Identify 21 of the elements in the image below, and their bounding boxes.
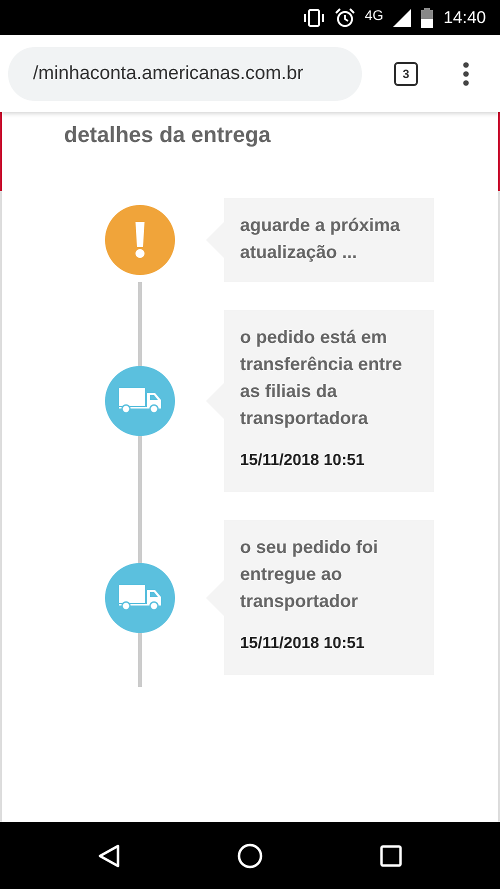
battery-icon <box>421 8 434 28</box>
vibrate-icon <box>302 8 325 26</box>
section-title: detalhes da entrega <box>64 122 272 148</box>
status-message: o pedido está em transferência entre as filiais da transportadora <box>240 326 404 430</box>
tab-count-button[interactable]: 3 <box>394 62 418 86</box>
menu-icon[interactable] <box>462 62 470 86</box>
signal-icon <box>393 8 412 26</box>
status-datetime: 15/11/2018 10:51 <box>240 452 366 470</box>
truck-icon <box>119 584 161 610</box>
home-icon[interactable] <box>236 842 263 868</box>
back-icon[interactable] <box>98 844 120 868</box>
truck-icon <box>119 388 161 414</box>
network-type: 4G <box>364 6 384 22</box>
status-message: aguarde a próxima atualização ... <box>240 214 402 264</box>
status-message: o seu pedido foi entregue ao transportador <box>240 536 379 613</box>
alarm-clock-icon <box>334 8 355 28</box>
clock-time: 14:40 <box>443 8 486 28</box>
status-datetime: 15/11/2018 10:51 <box>240 635 366 653</box>
recent-apps-icon[interactable] <box>380 844 402 866</box>
address-bar[interactable]: /minhaconta.americanas.com.br <box>8 46 362 100</box>
exclamation-icon <box>134 222 146 258</box>
